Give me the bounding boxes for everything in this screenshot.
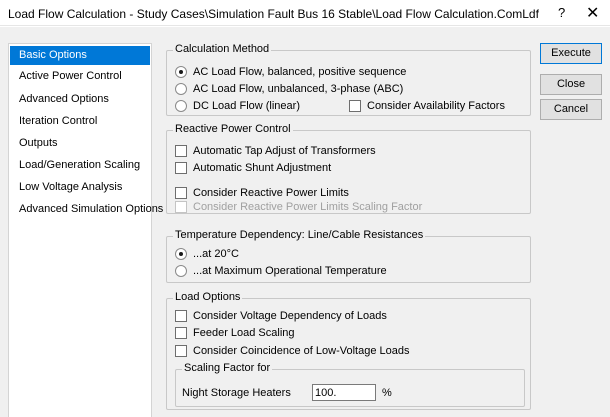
ac-balanced-label: AC Load Flow, balanced, positive sequenc… [193,66,407,78]
availability-factors-checkbox[interactable]: Consider Availability Factors [349,99,505,113]
availability-factors-label: Consider Availability Factors [367,100,505,112]
close-icon[interactable]: ✕ [586,3,599,23]
shunt-adjust-checkbox[interactable]: Automatic Shunt Adjustment [175,161,331,175]
sidebar-item-advanced-simulation-options[interactable]: Advanced Simulation Options [10,200,163,219]
tap-adjust-label: Automatic Tap Adjust of Transformers [193,145,376,157]
ac-unbalanced-radio[interactable]: AC Load Flow, unbalanced, 3-phase (ABC) [175,82,403,96]
feeder-scaling-checkbox[interactable]: Feeder Load Scaling [175,326,295,340]
dc-load-flow-label: DC Load Flow (linear) [193,100,300,112]
temp-20c-radio[interactable]: ...at 20°C [175,247,239,261]
temperature-dependency-group: Temperature Dependency: Line/Cable Resis… [166,229,531,283]
load-options-group: Load Options Consider Voltage Dependency… [166,291,531,410]
dc-load-flow-radio[interactable]: DC Load Flow (linear) [175,99,300,113]
sidebar-item-iteration-control[interactable]: Iteration Control [10,112,150,131]
window-title: Load Flow Calculation - Study Cases\Simu… [8,7,539,21]
coincidence-label: Consider Coincidence of Low-Voltage Load… [193,345,410,357]
reactive-limits-checkbox[interactable]: Consider Reactive Power Limits [175,186,349,200]
voltage-dependency-label: Consider Voltage Dependency of Loads [193,310,387,322]
ac-balanced-radio[interactable]: AC Load Flow, balanced, positive sequenc… [175,65,406,79]
checkbox[interactable] [175,162,187,174]
night-storage-input[interactable] [312,384,376,401]
tap-adjust-checkbox[interactable]: Automatic Tap Adjust of Transformers [175,144,376,158]
checkbox[interactable] [175,310,187,322]
reactive-power-control-title: Reactive Power Control [173,123,293,135]
checkbox[interactable] [349,100,361,112]
sidebar-item-basic-options[interactable]: Basic Options [10,46,150,65]
scaling-factor-group: Scaling Factor for Night Storage Heaters… [175,362,525,407]
execute-button[interactable]: Execute [540,43,602,64]
reactive-limits-scaling-checkbox: Consider Reactive Power Limits Scaling F… [175,200,422,214]
scaling-factor-title: Scaling Factor for [182,362,273,374]
feeder-scaling-label: Feeder Load Scaling [193,327,295,339]
title-bar: Load Flow Calculation - Study Cases\Simu… [0,0,610,26]
checkbox[interactable] [175,145,187,157]
radio-button-checked[interactable] [175,248,187,260]
sidebar-item-advanced-options[interactable]: Advanced Options [10,90,150,109]
sidebar-item-active-power-control[interactable]: Active Power Control [10,67,150,86]
radio-button-checked[interactable] [175,66,187,78]
reactive-limits-label: Consider Reactive Power Limits [193,187,349,199]
temp-20c-label: ...at 20°C [193,248,239,260]
cancel-button[interactable]: Cancel [540,99,602,120]
close-button[interactable]: Close [540,74,602,95]
checkbox[interactable] [175,327,187,339]
night-storage-label: Night Storage Heaters [182,387,291,399]
temperature-dependency-title: Temperature Dependency: Line/Cable Resis… [173,229,426,241]
calculation-method-title: Calculation Method [173,43,272,55]
shunt-adjust-label: Automatic Shunt Adjustment [193,162,332,174]
night-storage-unit: % [382,387,392,399]
radio-button[interactable] [175,100,187,112]
reactive-limits-scaling-label: Consider Reactive Power Limits Scaling F… [193,201,423,213]
options-sidebar: Basic Options Active Power Control Advan… [8,43,163,417]
checkbox[interactable] [175,345,187,357]
voltage-dependency-checkbox[interactable]: Consider Voltage Dependency of Loads [175,309,387,323]
temp-max-label: ...at Maximum Operational Temperature [193,265,387,277]
temp-max-radio[interactable]: ...at Maximum Operational Temperature [175,264,387,278]
checkbox[interactable] [175,187,187,199]
checkbox-disabled [175,201,187,213]
radio-button[interactable] [175,83,187,95]
sidebar-item-load-generation-scaling[interactable]: Load/Generation Scaling [10,156,150,175]
reactive-power-control-group: Reactive Power Control Automatic Tap Adj… [166,123,531,214]
calculation-method-group: Calculation Method AC Load Flow, balance… [166,43,531,116]
help-icon[interactable]: ? [558,5,565,20]
coincidence-checkbox[interactable]: Consider Coincidence of Low-Voltage Load… [175,344,409,358]
sidebar-item-low-voltage-analysis[interactable]: Low Voltage Analysis [10,178,150,197]
load-options-title: Load Options [173,291,243,303]
sidebar-item-outputs[interactable]: Outputs [10,134,150,153]
ac-unbalanced-label: AC Load Flow, unbalanced, 3-phase (ABC) [193,83,404,95]
radio-button[interactable] [175,265,187,277]
